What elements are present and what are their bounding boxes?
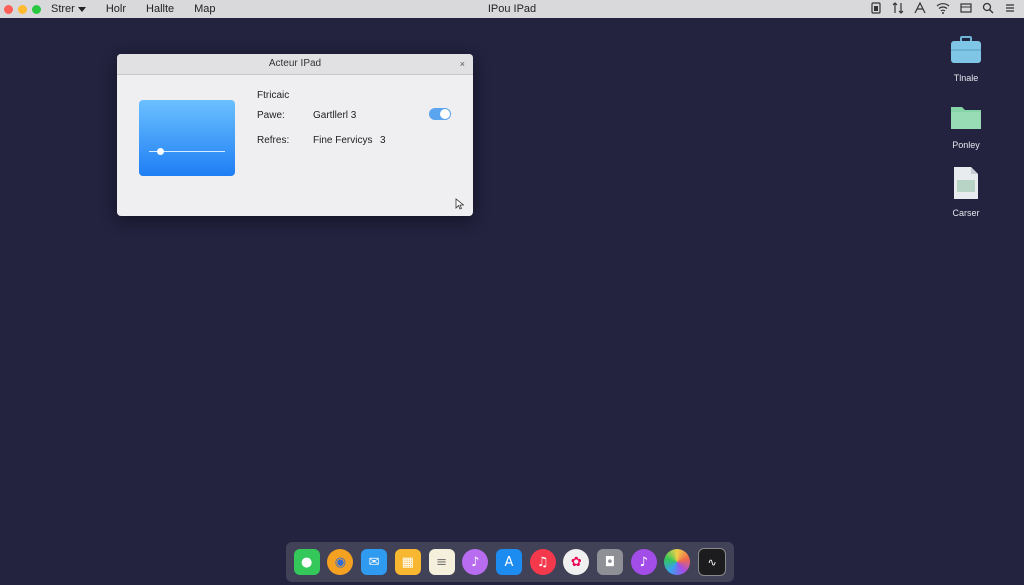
activity-monitor-icon[interactable]: ∿ — [698, 548, 727, 576]
desktop-icon-tlnale[interactable]: Tlnale — [936, 35, 996, 83]
preview-image — [139, 100, 235, 176]
battery-icon[interactable] — [870, 2, 882, 14]
podcasts-icon[interactable]: ♪ — [630, 549, 657, 575]
compass-icon[interactable] — [914, 2, 926, 14]
control-center-icon[interactable] — [1004, 2, 1016, 14]
mouse-pointer-icon — [455, 197, 465, 215]
window-controls — [4, 4, 41, 14]
menu-holr[interactable]: Holr — [106, 3, 126, 15]
zoom-window-button[interactable] — [32, 4, 41, 14]
close-window-button[interactable] — [4, 4, 13, 14]
document-icon — [936, 166, 996, 205]
menubar-title: IPou IPad — [487, 3, 537, 15]
desktop-icon-label: Tlnale — [953, 73, 979, 83]
menu-hallte[interactable]: Hallte — [146, 3, 174, 15]
mail-icon[interactable]: ✉ — [361, 549, 388, 575]
folder-icon — [936, 102, 996, 137]
photo-library-icon[interactable]: ✿ — [563, 549, 590, 575]
minimize-window-button[interactable] — [18, 4, 27, 14]
refres-value: Fine Fervicys — [313, 135, 373, 146]
sort-icon[interactable] — [892, 2, 904, 14]
spotlight-search-icon[interactable] — [982, 2, 994, 14]
pawe-value: Gartllerl 3 — [313, 110, 357, 121]
notes-icon[interactable]: ≡ — [428, 549, 455, 575]
dialog-titlebar[interactable]: Acteur IPad × — [117, 54, 473, 75]
chrome-icon[interactable]: ◉ — [327, 549, 354, 575]
wifi-icon[interactable] — [936, 2, 950, 14]
desktop-icon-ponley[interactable]: Ponley — [936, 102, 996, 150]
menu-bar: Strer Holr Hallte Map IPou IPad — [0, 0, 1024, 18]
menu-map[interactable]: Map — [194, 3, 215, 15]
pawe-label: Pawe: — [257, 110, 285, 121]
dialog-close-icon[interactable]: × — [460, 54, 465, 74]
display-icon[interactable] — [960, 2, 972, 14]
photos-icon[interactable]: ▦ — [394, 549, 421, 575]
dock: ● ◉ ✉ ▦ ≡ ♪ A ♫ ✿ ◘ ♪ ∿ — [286, 542, 734, 582]
color-wheel-icon[interactable] — [664, 549, 691, 575]
chevron-down-icon — [77, 6, 86, 12]
messages-icon[interactable]: ● — [293, 549, 320, 575]
itunes-icon[interactable]: ♪ — [462, 549, 489, 575]
camera-icon[interactable]: ◘ — [597, 549, 624, 575]
menu-strer[interactable]: Strer — [51, 3, 86, 15]
music-icon[interactable]: ♫ — [529, 549, 556, 575]
desktop-icon-carser[interactable]: Carser — [936, 166, 996, 218]
app-store-icon[interactable]: A — [495, 549, 522, 575]
refres-extra: 3 — [380, 135, 386, 146]
pawe-toggle[interactable] — [429, 108, 451, 120]
toggle-knob — [440, 109, 450, 119]
desktop-icon-label: Carser — [952, 208, 980, 218]
acteur-ipad-dialog: Acteur IPad × Ftricaic Pawe: Gartllerl 3… — [117, 54, 473, 216]
refres-label: Refres: — [257, 135, 290, 146]
desktop-icon-label: Ponley — [952, 140, 980, 150]
briefcase-icon — [936, 35, 996, 70]
status-icons — [870, 2, 1016, 14]
dialog-heading: Ftricaic — [257, 90, 290, 101]
dialog-title: Acteur IPad — [268, 58, 322, 69]
slider-knob[interactable] — [157, 148, 165, 155]
